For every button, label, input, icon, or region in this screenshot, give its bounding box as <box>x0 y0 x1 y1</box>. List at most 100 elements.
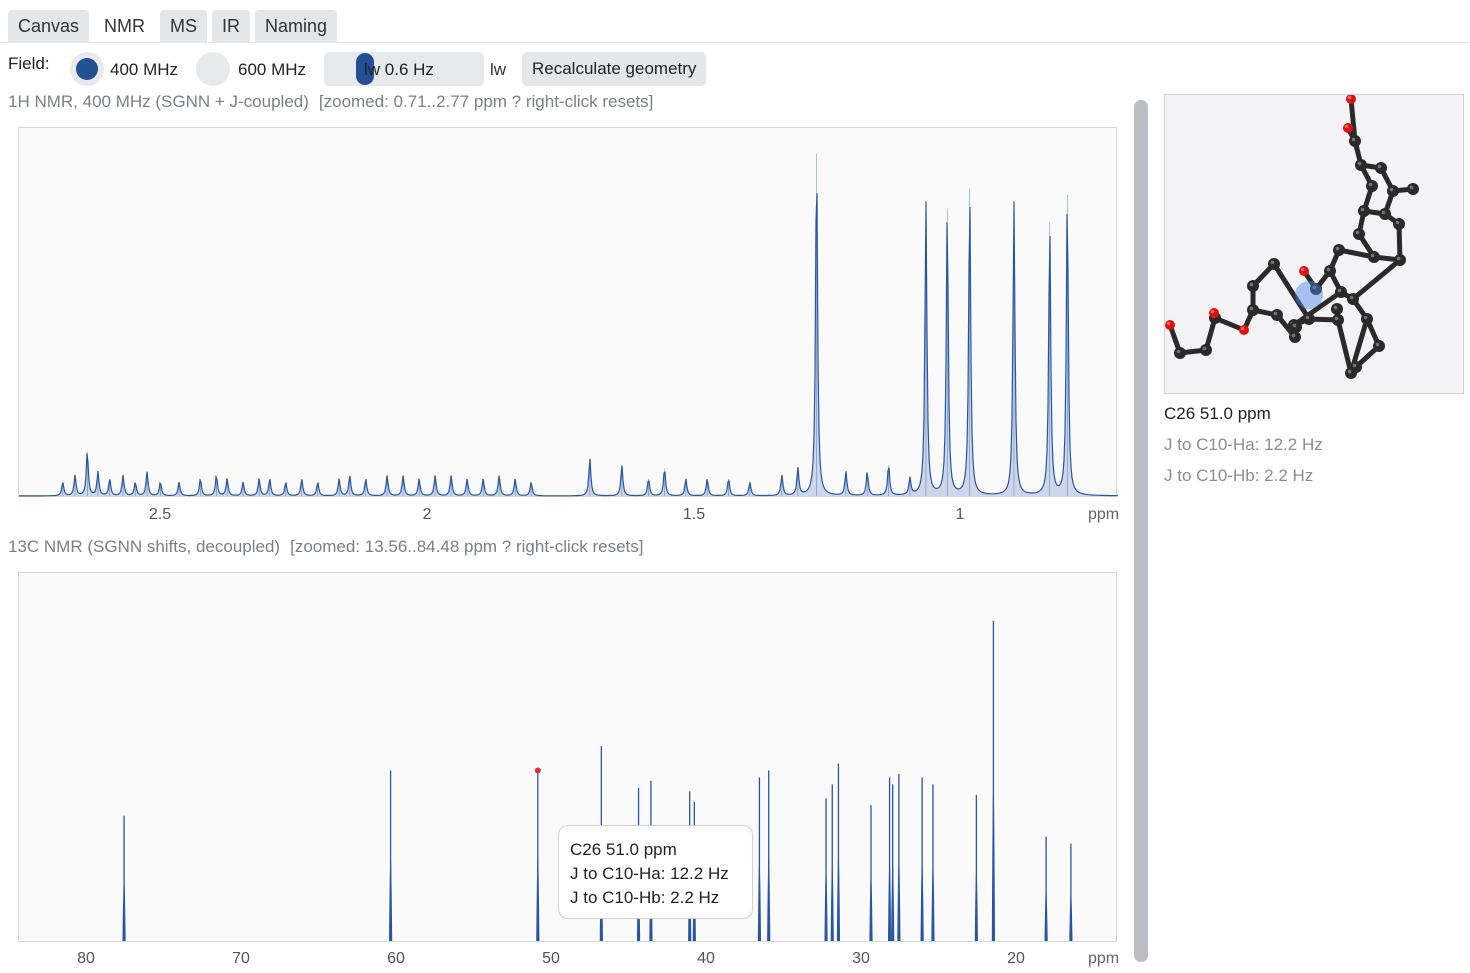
carbon-atom[interactable] <box>1174 347 1186 359</box>
carbon-atom[interactable] <box>1373 340 1385 352</box>
atom-highlight <box>1210 309 1215 314</box>
atom-highlight <box>1300 267 1305 272</box>
atom-highlight <box>1326 267 1331 272</box>
atom-highlight <box>1291 333 1296 338</box>
atom-highlight <box>1347 369 1352 374</box>
tooltip-title: C26 51.0 ppm <box>570 840 677 859</box>
tab-ir[interactable]: IR <box>212 10 251 43</box>
carbon-atom[interactable] <box>1335 286 1347 298</box>
c13-tick-label: 50 <box>542 950 560 967</box>
carbon-atom[interactable] <box>1247 304 1259 316</box>
atom-highlight <box>1337 288 1342 293</box>
carbon-atom[interactable] <box>1368 251 1380 263</box>
molecule-bond <box>1350 257 1403 302</box>
oxygen-atom[interactable] <box>1343 123 1353 133</box>
oxygen-atom[interactable] <box>1346 95 1356 104</box>
c13-tick-label: 30 <box>852 950 870 967</box>
c13-tick-label: 20 <box>1007 950 1025 967</box>
carbon-atom[interactable] <box>1290 321 1302 333</box>
atom-highlight <box>1377 164 1382 169</box>
atom-highlight <box>1166 321 1171 326</box>
h1-tick-label: 1 <box>955 506 965 523</box>
molecule-3d-view[interactable] <box>1164 94 1464 394</box>
carbon-atom[interactable] <box>1361 313 1373 325</box>
oxygen-atom[interactable] <box>1239 325 1249 335</box>
carbon-atom[interactable] <box>1379 208 1391 220</box>
carbon-atom[interactable] <box>1394 254 1406 266</box>
scrollbar-thumb[interactable] <box>1134 100 1148 962</box>
carbon-atom[interactable] <box>1333 244 1345 256</box>
carbon-atom[interactable] <box>1271 309 1283 321</box>
atom-highlight <box>1334 316 1339 321</box>
carbon-atom[interactable] <box>1331 303 1343 315</box>
tab-nmr[interactable]: NMR <box>94 10 156 43</box>
radio-600-mhz-label[interactable]: 600 MHz <box>238 60 306 80</box>
carbon-atom[interactable] <box>1353 228 1365 240</box>
radio-400-mhz-label[interactable]: 400 MHz <box>110 60 178 80</box>
field-label: Field: <box>8 54 50 73</box>
oxygen-atom[interactable] <box>1209 308 1219 318</box>
carbon-atom[interactable] <box>1268 258 1280 270</box>
tab-canvas[interactable]: Canvas <box>8 10 90 43</box>
atom-highlight <box>1368 182 1373 187</box>
carbon-atom[interactable] <box>1247 280 1259 292</box>
tooltip-coupling-line: J to C10-Hb: 2.2 Hz <box>570 888 720 907</box>
h1-spectrum-fill <box>19 193 1118 497</box>
carbon-atom[interactable] <box>1324 265 1336 277</box>
linewidth-slider[interactable]: lw 0.6 Hz <box>324 52 484 86</box>
oxygen-atom[interactable] <box>1299 266 1309 276</box>
carbon-atom[interactable] <box>1393 218 1405 230</box>
atom-highlight <box>1357 161 1362 166</box>
atom-highlight <box>1347 95 1352 100</box>
atom-highlight <box>1349 295 1354 300</box>
c13-tick-label: 40 <box>697 950 715 967</box>
atom-highlight <box>1351 137 1356 142</box>
carbon-atom[interactable] <box>1366 180 1378 192</box>
carbon-atom[interactable] <box>1355 159 1367 171</box>
carbon-atom[interactable] <box>1349 135 1361 147</box>
atom-highlight <box>1375 342 1380 347</box>
carbon-atom[interactable] <box>1358 205 1370 217</box>
atom-highlight <box>1396 256 1401 261</box>
atom-highlight <box>1270 260 1275 265</box>
carbon-atom[interactable] <box>1303 313 1315 325</box>
tab-ms[interactable]: MS <box>160 10 208 43</box>
carbon-atom[interactable] <box>1387 185 1399 197</box>
carbon-atom[interactable] <box>1407 183 1419 195</box>
h1-spectrum-plot[interactable] <box>18 127 1118 497</box>
atom-highlight <box>1249 306 1254 311</box>
atom-highlight <box>1333 305 1338 310</box>
selected-atom-coupling: J to C10-Hb: 2.2 Hz <box>1164 466 1314 485</box>
c13-axis-unit: ppm <box>1088 950 1120 967</box>
radio-400-mhz[interactable] <box>70 52 104 86</box>
radio-600-mhz[interactable] <box>196 52 230 86</box>
vertical-scrollbar[interactable] <box>1134 100 1148 962</box>
atom-highlight <box>1352 363 1357 368</box>
h1-x-axis: 2.5 2 1.5 1 ppm <box>18 506 1158 532</box>
carbon-atom[interactable] <box>1200 344 1212 356</box>
tab-naming[interactable]: Naming <box>255 10 338 43</box>
atom-highlight <box>1370 253 1375 258</box>
h1-tick-label: 2 <box>422 506 432 523</box>
c13-tick-label: 80 <box>77 950 95 967</box>
h1-spectrum-trace <box>19 193 1118 497</box>
atom-highlight <box>1409 185 1414 190</box>
carbon-atom[interactable] <box>1347 293 1359 305</box>
atom-highlight <box>1176 349 1181 354</box>
linewidth-label: lw <box>490 60 507 79</box>
linewidth-value: lw 0.6 Hz <box>364 60 434 79</box>
recalculate-geometry-button[interactable]: Recalculate geometry <box>522 52 707 86</box>
carbon-atom[interactable] <box>1345 367 1357 379</box>
field-controls: Field: 400 MHz 600 MHz lw 0.6 Hz lw Reca… <box>8 52 768 86</box>
selected-atom-indicator[interactable] <box>1295 281 1323 309</box>
atom-highlight <box>1360 207 1365 212</box>
atom-highlight <box>1240 326 1245 331</box>
oxygen-atom[interactable] <box>1165 320 1175 330</box>
molecule-bond <box>1335 317 1354 376</box>
c13-tick-label: 70 <box>232 950 250 967</box>
atom-highlight <box>1273 311 1278 316</box>
atom-highlight <box>1363 315 1368 320</box>
carbon-atom[interactable] <box>1332 314 1344 326</box>
c13-highlight-marker <box>534 767 541 774</box>
carbon-atom[interactable] <box>1375 162 1387 174</box>
